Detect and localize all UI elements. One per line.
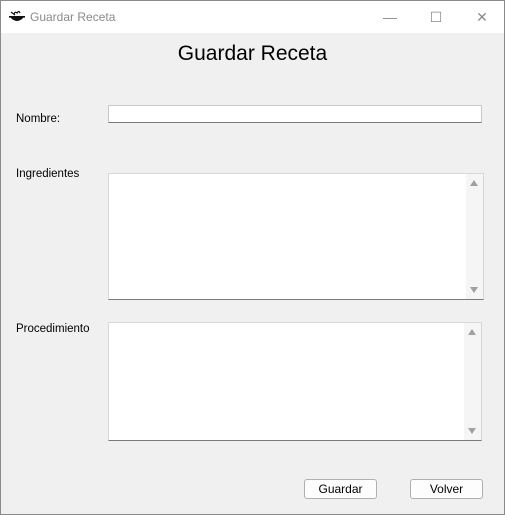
- nombre-input[interactable]: [108, 105, 482, 123]
- cooking-pot-icon: [8, 8, 26, 26]
- minimize-icon: —: [383, 9, 397, 25]
- scroll-down-icon[interactable]: [470, 287, 478, 293]
- procedimiento-textarea[interactable]: [108, 322, 482, 441]
- ingredientes-scrollbar[interactable]: [466, 174, 483, 299]
- scroll-down-icon[interactable]: [468, 428, 476, 434]
- ingredientes-label: Ingredientes: [16, 168, 80, 180]
- procedimiento-scrollbar[interactable]: [464, 323, 481, 440]
- procedimiento-label: Procedimiento: [16, 323, 90, 335]
- page-title: Guardar Receta: [177, 42, 328, 65]
- scroll-up-icon[interactable]: [468, 329, 476, 335]
- minimize-button[interactable]: —: [367, 1, 413, 33]
- ingredientes-textarea[interactable]: [108, 173, 484, 300]
- close-button[interactable]: ✕: [459, 1, 504, 33]
- maximize-button[interactable]: ☐: [413, 1, 459, 33]
- maximize-icon: ☐: [429, 8, 443, 25]
- close-icon: ✕: [476, 8, 488, 25]
- nombre-label: Nombre:: [16, 113, 61, 125]
- title-bar: Guardar Receta — ☐ ✕: [1, 1, 504, 33]
- window-title: Guardar Receta: [30, 10, 116, 24]
- scroll-up-icon[interactable]: [470, 180, 478, 186]
- back-button[interactable]: Volver: [410, 479, 483, 499]
- save-button[interactable]: Guardar: [304, 479, 377, 499]
- recipe-window: Guardar Receta — ☐ ✕ Guardar Receta Nomb…: [0, 0, 505, 515]
